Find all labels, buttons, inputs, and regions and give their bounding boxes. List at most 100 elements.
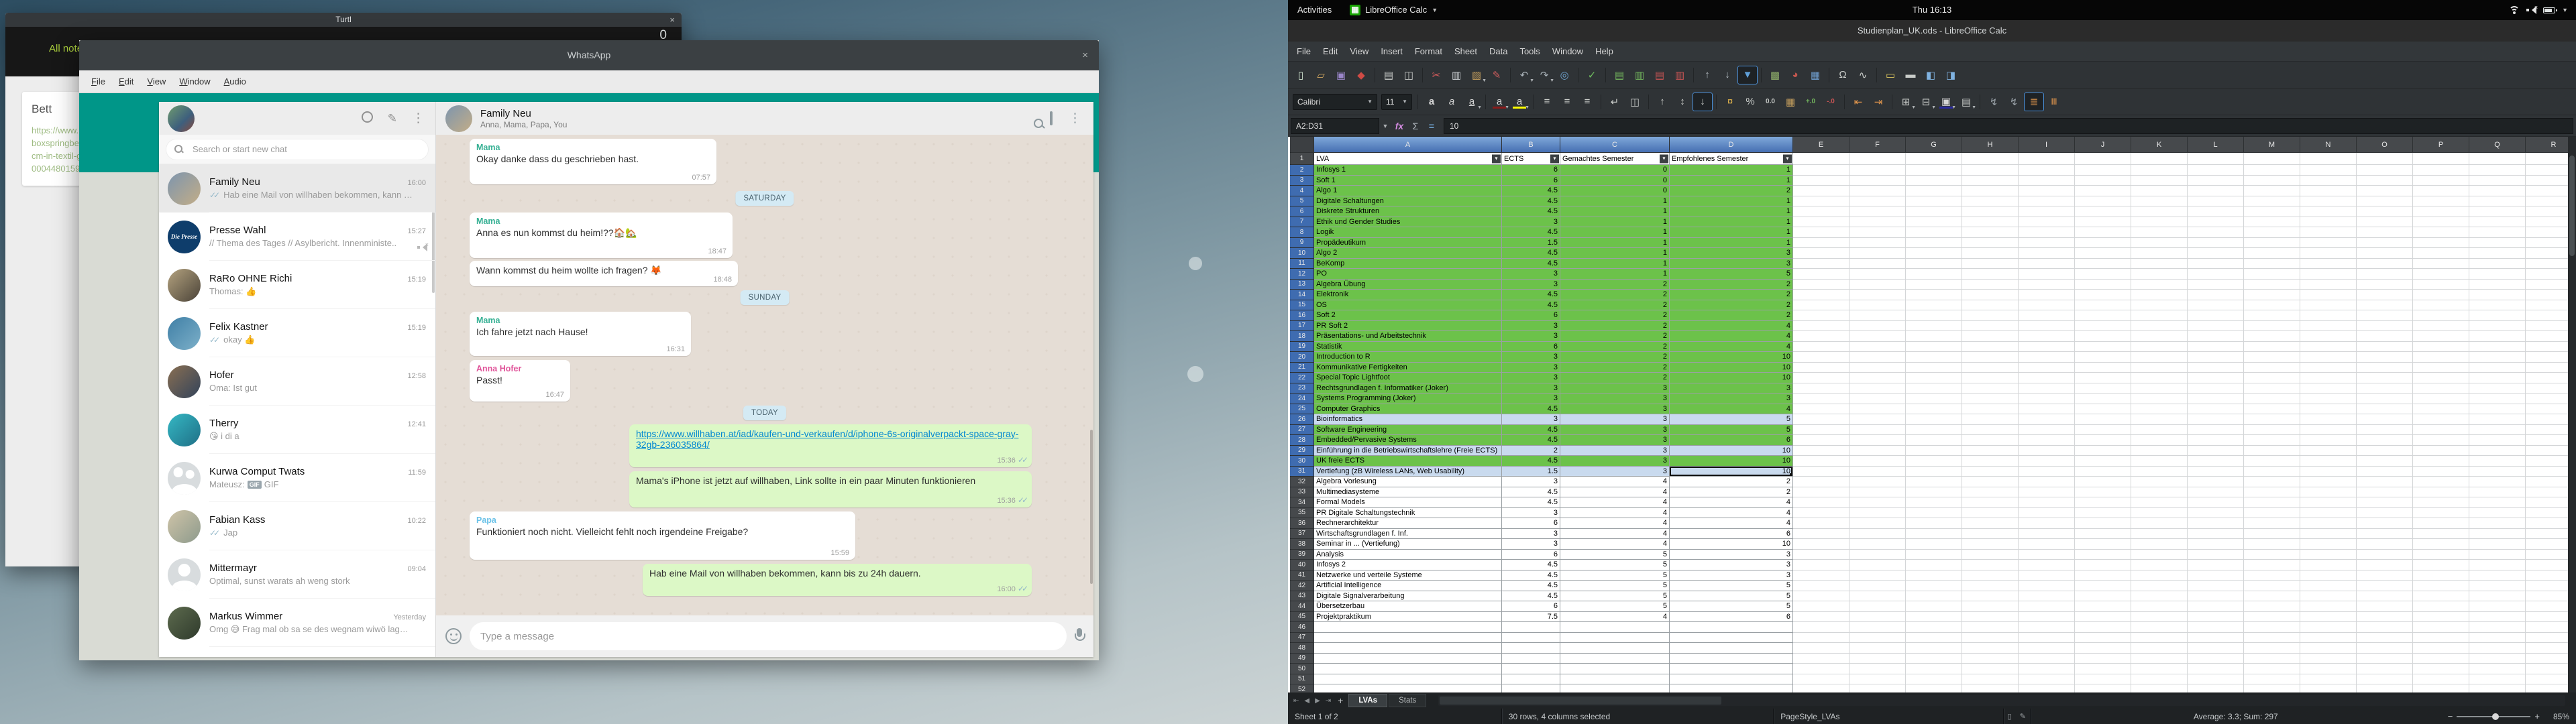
cell-D7[interactable]: 1	[1670, 217, 1793, 228]
cell-R36[interactable]	[2526, 518, 2568, 529]
cell-C12[interactable]: 1	[1560, 269, 1670, 280]
cell-E8[interactable]	[1793, 227, 1849, 238]
cell-C52[interactable]	[1560, 684, 1670, 692]
row-header-47[interactable]: 47	[1290, 633, 1314, 644]
cell-E50[interactable]	[1793, 664, 1849, 674]
cell-K31[interactable]	[2131, 467, 2188, 477]
row-header-13[interactable]: 13	[1290, 280, 1314, 290]
cell-K29[interactable]	[2131, 446, 2188, 457]
cell-C11[interactable]: 1	[1560, 259, 1670, 269]
row-header-5[interactable]: 5	[1290, 196, 1314, 207]
row-header-46[interactable]: 46	[1290, 622, 1314, 633]
cell-M43[interactable]	[2244, 591, 2300, 602]
cell-N12[interactable]	[2300, 269, 2357, 280]
cell-R14[interactable]	[2526, 290, 2568, 300]
row-header-49[interactable]: 49	[1290, 654, 1314, 664]
cell-F23[interactable]	[1849, 383, 1906, 394]
cell-D24[interactable]: 3	[1670, 394, 1793, 404]
cell-O35[interactable]	[2357, 508, 2413, 519]
cell-O51[interactable]	[2357, 674, 2413, 685]
chat-list-item[interactable]: Mittermayr09:04Optimal, sunst warats ah …	[159, 550, 435, 599]
cell-G31[interactable]	[1906, 467, 1962, 477]
align-bottom-icon[interactable]: ↓	[1693, 93, 1712, 111]
cell-G1[interactable]	[1906, 153, 1962, 165]
underline-icon[interactable]: a▼	[1462, 93, 1481, 111]
cell-E22[interactable]	[1793, 373, 1849, 383]
cell-C26[interactable]: 3	[1560, 414, 1670, 425]
cell-D26[interactable]: 5	[1670, 414, 1793, 425]
cell-K22[interactable]	[2131, 373, 2188, 383]
cell-F13[interactable]	[1849, 280, 1906, 290]
cell-D47[interactable]	[1670, 633, 1793, 644]
cell-N21[interactable]	[2300, 363, 2357, 373]
cell-M8[interactable]	[2244, 227, 2300, 238]
cell-K8[interactable]	[2131, 227, 2188, 238]
cell-D20[interactable]: 10	[1670, 352, 1793, 363]
cell-E42[interactable]	[1793, 581, 1849, 591]
calc-menu-file[interactable]: File	[1291, 42, 1317, 61]
cell-K14[interactable]	[2131, 290, 2188, 300]
row-header-32[interactable]: 32	[1290, 477, 1314, 487]
cell-Q10[interactable]	[2469, 248, 2526, 259]
cell-A6[interactable]: Diskrete Strukturen	[1314, 206, 1502, 217]
cell-E9[interactable]	[1793, 238, 1849, 249]
cell-M38[interactable]	[2244, 539, 2300, 550]
cell-G28[interactable]	[1906, 435, 1962, 446]
cell-M23[interactable]	[2244, 383, 2300, 394]
cell-R35[interactable]	[2526, 508, 2568, 519]
cell-P22[interactable]	[2413, 373, 2469, 383]
name-box-dropdown-icon[interactable]: ▼	[1379, 118, 1391, 134]
cell-E19[interactable]	[1793, 342, 1849, 353]
cell-D37[interactable]: 6	[1670, 529, 1793, 540]
cell-J51[interactable]	[2075, 674, 2131, 685]
cell-R22[interactable]	[2526, 373, 2568, 383]
delete-row-icon[interactable]: ▤	[1650, 66, 1669, 84]
cell-P10[interactable]	[2413, 248, 2469, 259]
cell-H17[interactable]	[1962, 321, 2019, 332]
cell-A46[interactable]	[1314, 622, 1502, 633]
cell-D3[interactable]: 1	[1670, 176, 1793, 186]
cell-K49[interactable]	[2131, 654, 2188, 664]
cell-L52[interactable]	[2188, 684, 2244, 692]
cell-R47[interactable]	[2526, 633, 2568, 644]
cell-H11[interactable]	[1962, 259, 2019, 269]
row-header-17[interactable]: 17	[1290, 321, 1314, 332]
cell-E1[interactable]	[1793, 153, 1849, 165]
cell-G48[interactable]	[1906, 643, 1962, 654]
format-as-date-icon[interactable]: ▦	[1781, 93, 1800, 111]
cell-A21[interactable]: Kommunikative Fertigkeiten	[1314, 363, 1502, 373]
cell-P18[interactable]	[2413, 331, 2469, 342]
cell-O12[interactable]	[2357, 269, 2413, 280]
cell-I14[interactable]	[2019, 290, 2075, 300]
cell-Q41[interactable]	[2469, 570, 2526, 581]
cell-O3[interactable]	[2357, 176, 2413, 186]
close-icon[interactable]: ×	[669, 13, 675, 27]
cell-O14[interactable]	[2357, 290, 2413, 300]
cell-D30[interactable]: 10	[1670, 456, 1793, 467]
cell-J3[interactable]	[2075, 176, 2131, 186]
cell-O40[interactable]	[2357, 560, 2413, 570]
chat-list-item[interactable]: Fabian Kass10:22✓✓Jap	[159, 502, 435, 550]
highlight-columns-icon[interactable]: |||	[2045, 93, 2063, 111]
cell-C22[interactable]: 2	[1560, 373, 1670, 383]
cell-H43[interactable]	[1962, 591, 2019, 602]
cell-L26[interactable]	[2188, 414, 2244, 425]
cell-P35[interactable]	[2413, 508, 2469, 519]
message-input[interactable]	[470, 622, 1067, 650]
cell-P44[interactable]	[2413, 601, 2469, 612]
cell-E30[interactable]	[1793, 456, 1849, 467]
cell-G52[interactable]	[1906, 684, 1962, 692]
cell-P49[interactable]	[2413, 654, 2469, 664]
cell-C21[interactable]: 2	[1560, 363, 1670, 373]
clock[interactable]: Thu 16:13	[1288, 0, 2576, 20]
cell-Q46[interactable]	[2469, 622, 2526, 633]
cell-M28[interactable]	[2244, 435, 2300, 446]
cell-R2[interactable]	[2526, 165, 2568, 176]
cell-F40[interactable]	[1849, 560, 1906, 570]
cell-N18[interactable]	[2300, 331, 2357, 342]
equals-icon[interactable]: =	[1424, 118, 1440, 134]
cell-E38[interactable]	[1793, 539, 1849, 550]
cell-Q19[interactable]	[2469, 342, 2526, 353]
cell-C37[interactable]: 4	[1560, 529, 1670, 540]
cell-P21[interactable]	[2413, 363, 2469, 373]
